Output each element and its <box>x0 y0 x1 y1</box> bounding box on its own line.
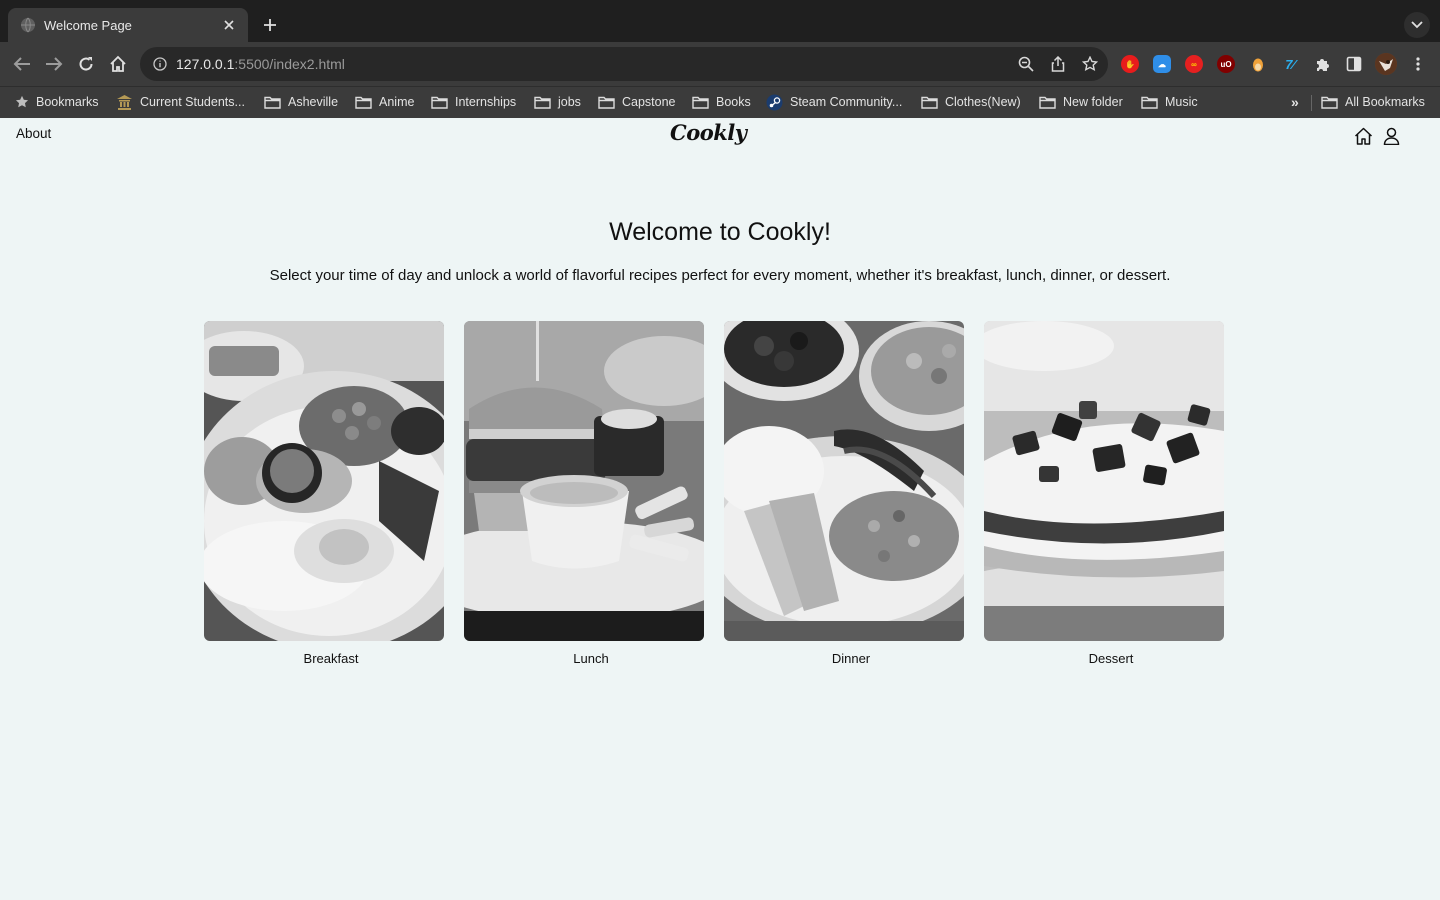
forward-button[interactable] <box>42 52 66 76</box>
bookmark-folder[interactable]: Anime <box>355 87 414 117</box>
bookmark-folder[interactable]: New folder <box>1039 87 1123 117</box>
steam-icon <box>766 94 783 110</box>
lunch-photo[interactable] <box>464 321 704 641</box>
bookmark-label: Internships <box>455 95 517 109</box>
browser-menu-icon[interactable] <box>1409 55 1427 73</box>
bookmarks-overflow-button[interactable]: » <box>1291 87 1299 117</box>
folder-icon <box>921 96 938 109</box>
bookmark-folder[interactable]: Internships <box>431 87 516 117</box>
extension-cloud-icon[interactable]: ☁ <box>1153 55 1171 73</box>
folder-icon <box>534 96 551 109</box>
meal-card-dinner[interactable]: Dinner <box>724 321 964 666</box>
home-icon[interactable] <box>1353 126 1373 146</box>
folder-icon <box>1141 96 1158 109</box>
bookmark-star-icon[interactable] <box>1081 55 1099 73</box>
share-icon[interactable] <box>1049 55 1067 73</box>
bookmark-label: Steam Community... <box>790 95 903 109</box>
bookmark-label: Asheville <box>288 95 339 109</box>
extensions-puzzle-icon[interactable] <box>1313 55 1331 73</box>
bookmark-label: Anime <box>379 95 415 109</box>
about-link[interactable]: About <box>16 126 51 141</box>
dessert-photo[interactable] <box>984 321 1224 641</box>
page-subtitle: Select your time of day and unlock a wor… <box>269 267 1171 284</box>
bookmark-item[interactable]: Current Students... <box>116 87 245 117</box>
bookmark-label: Books <box>716 95 751 109</box>
bookmark-folder[interactable]: Books <box>692 87 751 117</box>
folder-icon <box>355 96 372 109</box>
folder-icon <box>264 96 281 109</box>
all-bookmarks-label: All Bookmarks <box>1345 95 1425 109</box>
extension-infinity-icon[interactable]: ∞ <box>1185 55 1203 73</box>
extension-drop-icon[interactable] <box>1249 55 1267 73</box>
dinner-photo[interactable] <box>724 321 964 641</box>
tab-strip: Welcome Page <box>0 0 1440 42</box>
reload-button[interactable] <box>74 52 98 76</box>
user-icon[interactable] <box>1381 126 1401 146</box>
side-panel-icon[interactable] <box>1345 55 1363 73</box>
extension-hand-icon[interactable]: ✋ <box>1121 55 1139 73</box>
bookmark-folder[interactable]: jobs <box>534 87 581 117</box>
meal-card-breakfast[interactable]: Breakfast <box>204 321 444 666</box>
profile-avatar[interactable] <box>1375 53 1397 75</box>
bookmark-label: Music <box>1165 95 1198 109</box>
all-bookmarks-button[interactable]: All Bookmarks <box>1321 87 1425 117</box>
globe-icon <box>20 17 36 33</box>
bookmark-item[interactable]: Steam Community... <box>766 87 902 117</box>
folder-icon <box>692 96 709 109</box>
meal-label[interactable]: Lunch <box>464 651 718 666</box>
folder-icon <box>1039 96 1056 109</box>
back-button[interactable] <box>10 52 34 76</box>
bookmark-item[interactable]: Bookmarks <box>15 87 99 117</box>
tab-title: Welcome Page <box>44 17 132 33</box>
url-path: :5500/index2.html <box>234 56 345 72</box>
close-tab-icon[interactable] <box>220 16 238 34</box>
bookmark-label: New folder <box>1063 95 1123 109</box>
bookmark-label: Clothes(New) <box>945 95 1021 109</box>
bookmarks-divider <box>1311 95 1312 111</box>
star-icon <box>15 95 29 108</box>
bookmark-folder[interactable]: Asheville <box>264 87 338 117</box>
college-icon <box>117 94 132 110</box>
site-logo[interactable]: Cookly <box>670 120 747 145</box>
overflow-chevron-icon: » <box>1291 94 1299 110</box>
home-button[interactable] <box>106 52 130 76</box>
tab-search-button[interactable] <box>1404 12 1430 38</box>
meal-label[interactable]: Dessert <box>984 651 1238 666</box>
bookmarks-bar: Bookmarks Current Students... Asheville … <box>0 86 1440 118</box>
meal-card-lunch[interactable]: Lunch <box>464 321 704 666</box>
url-host: 127.0.0.1 <box>176 56 235 72</box>
bookmark-folder[interactable]: Capstone <box>598 87 676 117</box>
bookmark-label: Current Students... <box>140 95 245 109</box>
meal-label[interactable]: Dinner <box>724 651 978 666</box>
page-title: Welcome to Cookly! <box>609 218 831 246</box>
ublock-icon[interactable]: uO <box>1217 55 1235 73</box>
new-tab-button[interactable] <box>258 13 282 37</box>
extension-7-icon[interactable]: 7⁄ <box>1281 55 1299 73</box>
bookmark-label: Bookmarks <box>36 95 99 109</box>
browser-tab[interactable]: Welcome Page <box>8 8 248 42</box>
meal-label[interactable]: Breakfast <box>204 651 458 666</box>
zoom-icon[interactable] <box>1017 55 1035 73</box>
bookmark-label: Capstone <box>622 95 676 109</box>
breakfast-photo[interactable] <box>204 321 444 641</box>
folder-icon <box>1321 96 1338 109</box>
meal-card-dessert[interactable]: Dessert <box>984 321 1224 666</box>
bookmark-folder[interactable]: Clothes(New) <box>921 87 1021 117</box>
bookmark-label: jobs <box>558 95 581 109</box>
address-bar[interactable]: 127.0.0.1:5500/index2.html <box>140 47 1108 81</box>
page-content: About Cookly Welcome to Cookly! Select y… <box>0 118 1440 900</box>
folder-icon <box>598 96 615 109</box>
bookmark-folder[interactable]: Music <box>1141 87 1198 117</box>
site-info-icon[interactable] <box>152 56 168 72</box>
folder-icon <box>431 96 448 109</box>
url-text: 127.0.0.1:5500/index2.html <box>176 56 345 72</box>
